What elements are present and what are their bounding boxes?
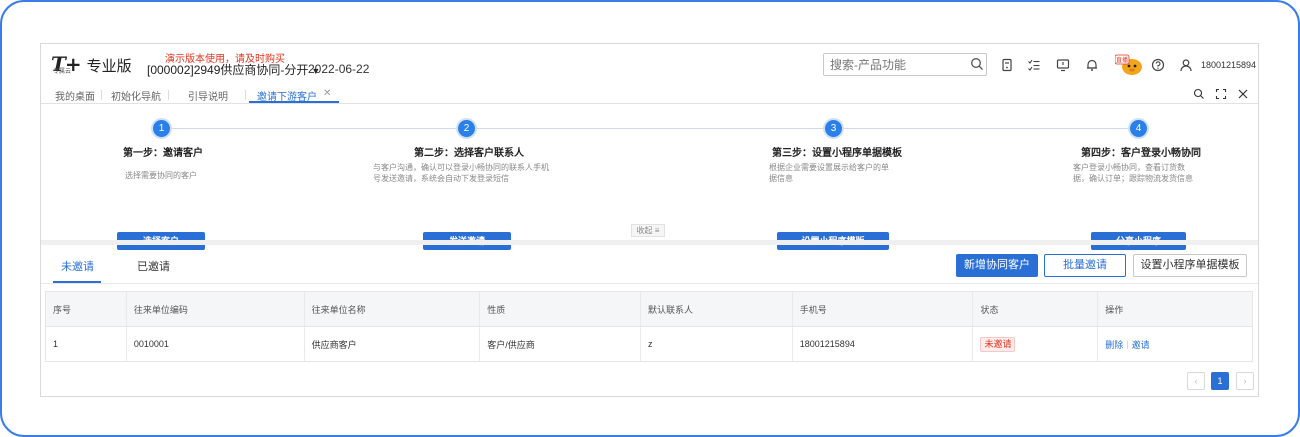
step-3-title: 第三步：设置小程序单据模板 [772,148,902,159]
template-settings-button[interactable]: 设置小程序单据模板 [1133,254,1247,277]
task-list-icon[interactable] [1027,58,1041,72]
bell-icon[interactable] [1085,58,1099,72]
fullscreen-icon[interactable] [1215,88,1227,100]
search-icon[interactable] [970,57,984,71]
status-badge: 未邀请 [980,336,1016,352]
customer-table: 序号 往来单位编码 往来单位名称 性质 默认联系人 手机号 状态 操作 1 00… [45,291,1253,362]
step-connector [842,128,1130,129]
step-2-number: 2 [458,120,475,137]
tab-guide[interactable]: 引导说明 [188,88,228,103]
close-icon[interactable] [1237,88,1249,100]
column-header: 性质 [480,292,642,326]
column-header: 手机号 [793,292,974,326]
tab-divider [168,90,169,100]
column-header: 序号 [46,292,127,326]
business-date: 2022-06-22 [308,62,370,76]
tab-divider [245,90,246,100]
step-4-number: 4 [1130,120,1147,137]
cell-phone: 18001215894 [793,327,974,361]
step-2-description: 与客户沟通，确认可以登录小畅协同的联系人手机 号发送邀请，系统会自动下发登录短信 [373,163,549,183]
step-3-number: 3 [825,120,842,137]
company-name: [000002]2949供应商协同-分开 [147,63,309,77]
table-row[interactable]: 1 0010001 供应商客户 客户/供应商 z 18001215894 未邀请… [46,327,1252,361]
active-tab-indicator [249,101,339,103]
mascot-live-icon[interactable]: 直播 [1115,53,1143,77]
cell-contact: z [641,327,793,361]
svg-text:直播: 直播 [1116,56,1128,64]
next-page-button[interactable]: › [1236,372,1254,390]
app-window: T+ 专业版 专属云 演示版本使用，请及时购买 [000002]2949供应商协… [40,43,1259,397]
step-connector [170,128,466,129]
close-tab-icon[interactable]: ✕ [323,88,331,99]
step-2-title: 第二步：选择客户联系人 [414,148,524,159]
page-1-button[interactable]: 1 [1211,372,1229,390]
tab-invited[interactable]: 已邀请 [137,258,170,274]
top-header: T+ 专业版 专属云 演示版本使用，请及时购买 [000002]2949供应商协… [41,44,1258,85]
tab-divider [101,90,102,100]
tab-bar: 我的桌面 初始化导航 引导说明 邀请下游客户 ✕ [41,85,1258,104]
invite-link[interactable]: 邀请 [1132,338,1150,351]
tab-init-navigation[interactable]: 初始化导航 [111,88,161,103]
tab-not-invited[interactable]: 未邀请 [61,258,94,274]
user-account[interactable]: 18001215894 [1201,60,1256,70]
column-header: 状态 [973,292,1099,326]
cell-index: 1 [46,327,127,361]
help-icon[interactable] [1151,58,1165,72]
invite-steps-panel: 1 第一步：邀请客户 选择需要协同的客户 选择客户 2 第二步：选择客户联系人 … [41,104,1258,250]
cell-operations: 删除 | 邀请 [1098,327,1252,361]
cell-code: 0010001 [127,327,305,361]
section-divider [41,240,1258,245]
user-icon[interactable] [1179,58,1193,72]
column-header: 默认联系人 [641,292,793,326]
edition-label: 专业版 [86,58,132,75]
cell-status: 未邀请 [973,327,1099,361]
calculator-icon[interactable] [1000,58,1014,72]
operation-divider: | [1126,339,1129,349]
prev-page-button[interactable]: ‹ [1187,372,1205,390]
tab-my-desktop[interactable]: 我的桌面 [55,88,95,103]
step-1-number: 1 [153,120,170,137]
column-header: 操作 [1105,304,1124,315]
collapse-toggle[interactable]: 收起 ≡ [631,224,665,237]
zoom-icon[interactable] [1193,88,1205,100]
step-1-title: 第一步：邀请客户 [123,148,203,159]
company-selector[interactable]: [000002]2949供应商协同-分开 ▼ [147,61,320,78]
invite-tabs-border [41,283,1258,284]
step-4-title: 第四步：客户登录小畅协同 [1081,148,1201,159]
column-header: 往来单位编码 [127,292,305,326]
step-4-description: 客户登录小畅协同，查看订货数 据，确认订单；跟踪物流发货信息 [1073,163,1193,183]
table-header-row: 序号 往来单位编码 往来单位名称 性质 默认联系人 手机号 状态 操作 [46,292,1252,327]
search-input[interactable] [823,53,987,76]
message-icon[interactable] [1056,58,1070,72]
step-connector [476,128,824,129]
delete-link[interactable]: 删除 [1105,338,1123,351]
cell-name: 供应商客户 [305,327,481,361]
logo-subtitle: 专属云 [53,69,72,75]
step-3-description: 根据企业需要设置展示给客户的单 据信息 [769,163,889,183]
batch-invite-button[interactable]: 批量邀请 [1044,254,1126,277]
add-partner-customer-button[interactable]: 新增协同客户 [956,254,1038,277]
cell-nature: 客户/供应商 [480,327,642,361]
column-header: 往来单位名称 [305,292,481,326]
step-1-description: 选择需要协同的客户 [125,171,197,180]
